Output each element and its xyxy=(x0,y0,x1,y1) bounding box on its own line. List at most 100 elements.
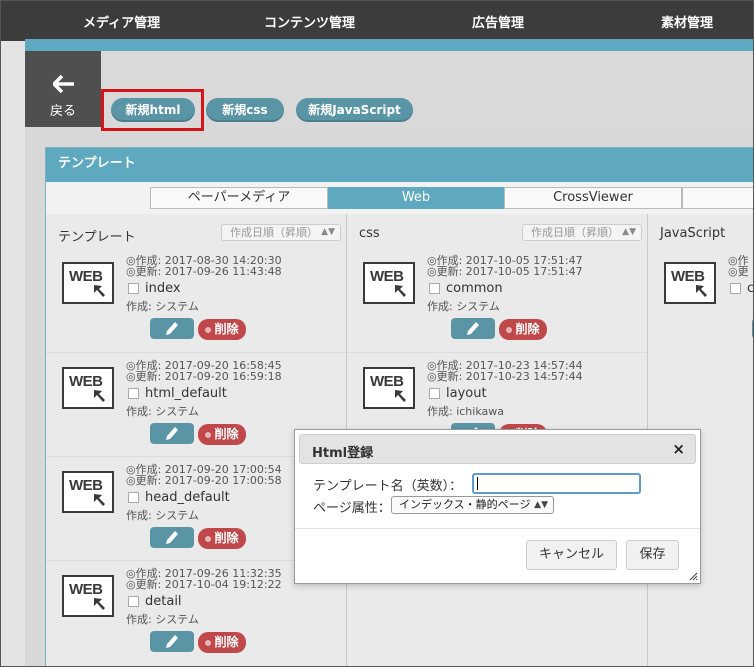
web-icon: WEB xyxy=(62,262,114,304)
cancel-button[interactable]: キャンセル xyxy=(526,540,617,570)
app-window: メディア管理 コンテンツ管理 広告管理 素材管理 戻る 新規html 新規css… xyxy=(0,0,754,667)
select-row: layout xyxy=(429,386,487,401)
template-name: common xyxy=(446,281,503,296)
pencil-icon xyxy=(467,322,479,335)
column-title: css xyxy=(359,226,380,241)
tab-paper-media[interactable]: ペーパーメディア xyxy=(150,187,328,209)
list-item[interactable]: WEB ◎作成: 2017-10-05 17:51:47 ◎更新: 2017-1… xyxy=(347,248,647,352)
web-icon: WEB xyxy=(62,471,114,513)
select-checkbox[interactable] xyxy=(730,283,741,294)
highlight-annotation xyxy=(101,89,204,131)
template-name: head_default xyxy=(145,490,230,505)
select-checkbox[interactable] xyxy=(429,283,440,294)
list-item[interactable]: WEB ◎作成: 2017-08-30 14:20:30 ◎更新: 2017-0… xyxy=(46,248,346,352)
tab-more[interactable] xyxy=(682,187,753,209)
arrow-left-icon xyxy=(53,75,74,93)
web-icon: WEB xyxy=(363,262,415,304)
column-title: JavaScript xyxy=(660,226,726,241)
select-row: index xyxy=(128,281,181,296)
divider xyxy=(295,528,700,529)
select-arrows-icon: ▲▼ xyxy=(321,227,335,237)
template-name: html_default xyxy=(145,386,227,401)
tab-web[interactable]: Web xyxy=(328,187,504,209)
pencil-icon xyxy=(166,635,178,648)
edit-button[interactable] xyxy=(451,318,495,339)
select-value: インデックス・静的ページ xyxy=(399,498,531,511)
delete-button[interactable]: 削除 xyxy=(198,528,246,549)
delete-button[interactable]: 削除 xyxy=(198,632,246,653)
template-name: layout xyxy=(446,386,487,401)
updated-date: ◎更新: 2017-09-20 16:59:18 xyxy=(126,370,282,383)
panel-title: テンプレート xyxy=(46,148,753,182)
creator-label: 作成: システム xyxy=(126,300,199,313)
page-attribute-select[interactable]: インデックス・静的ページ ▲▼ xyxy=(391,496,554,514)
new-css-button[interactable]: 新規css xyxy=(206,98,284,122)
delete-button[interactable]: 削除 xyxy=(198,319,246,340)
web-icon: WEB xyxy=(62,575,114,617)
pencil-icon xyxy=(166,427,178,440)
template-name-input[interactable] xyxy=(472,473,641,494)
select-checkbox[interactable] xyxy=(128,283,139,294)
template-name-label: テンプレート名（英数）： xyxy=(313,479,463,494)
text-caret xyxy=(477,477,478,490)
save-button[interactable]: 保存 xyxy=(626,540,679,570)
select-row: co xyxy=(730,281,754,296)
template-name: detail xyxy=(145,594,182,609)
template-name: index xyxy=(145,281,181,296)
resize-grip-icon[interactable] xyxy=(688,571,698,581)
nav-contents[interactable]: コンテンツ管理 xyxy=(264,1,355,41)
left-gutter xyxy=(1,41,25,666)
nav-ads[interactable]: 広告管理 xyxy=(472,1,524,41)
updated-date: ◎更新: 2017-09-20 17:00:58 xyxy=(126,474,282,487)
top-navigation: メディア管理 コンテンツ管理 広告管理 素材管理 xyxy=(1,1,753,41)
pencil-icon xyxy=(166,531,178,544)
creator-label: 作成: システム xyxy=(126,509,199,522)
dialog-header: Html登録 × xyxy=(299,434,696,464)
back-label: 戻る xyxy=(49,104,76,119)
creator-label: 作成: システム xyxy=(427,300,500,313)
updated-date: ◎更新: 2017-09-26 11:43:48 xyxy=(126,265,282,278)
creator-label: 作成: システム xyxy=(126,405,199,418)
template-name: co xyxy=(747,281,754,296)
web-icon: WEB xyxy=(363,367,415,409)
html-register-dialog: Html登録 × テンプレート名（英数）： ページ属性： インデックス・静的ペー… xyxy=(294,429,701,584)
delete-button[interactable]: 削除 xyxy=(499,319,547,340)
select-checkbox[interactable] xyxy=(128,388,139,399)
page-attribute-label: ページ属性： xyxy=(313,501,391,516)
edit-button[interactable] xyxy=(150,527,194,548)
updated-date: ◎更新: 2017-10-04 19:12:22 xyxy=(126,578,282,591)
sort-value: 作成日順（昇順） xyxy=(230,226,318,239)
delete-button[interactable]: 削除 xyxy=(198,424,246,445)
sort-select[interactable]: 作成日順（昇順） ▲▼ xyxy=(522,224,642,241)
edit-button[interactable] xyxy=(150,631,194,652)
select-checkbox[interactable] xyxy=(128,492,139,503)
select-checkbox[interactable] xyxy=(429,388,440,399)
select-row: detail xyxy=(128,594,182,609)
template-panel: テンプレート ペーパーメディア Web CrossViewer テンプレート 作… xyxy=(45,147,754,666)
select-row: common xyxy=(429,281,503,296)
select-arrows-icon: ▲▼ xyxy=(622,227,636,237)
tab-bar: ペーパーメディア Web CrossViewer xyxy=(150,187,753,209)
select-row: html_default xyxy=(128,386,227,401)
pencil-icon xyxy=(166,322,178,335)
column-title: テンプレート xyxy=(58,230,136,245)
select-checkbox[interactable] xyxy=(128,596,139,607)
creator-label: 作成: ichikawa xyxy=(427,405,504,418)
updated-date: ◎更 xyxy=(728,265,749,278)
close-icon[interactable]: × xyxy=(672,440,685,458)
nav-materials[interactable]: 素材管理 xyxy=(661,1,713,41)
select-arrows-icon: ▲▼ xyxy=(534,500,548,510)
edit-button[interactable] xyxy=(150,423,194,444)
new-javascript-button[interactable]: 新規JavaScript xyxy=(296,98,413,122)
back-button[interactable]: 戻る xyxy=(25,51,101,127)
sort-value: 作成日順（昇順） xyxy=(531,226,619,239)
updated-date: ◎更新: 2017-10-23 14:57:44 xyxy=(427,370,583,383)
select-row: head_default xyxy=(128,490,230,505)
sort-select[interactable]: 作成日順（昇順） ▲▼ xyxy=(221,224,341,241)
nav-media[interactable]: メディア管理 xyxy=(83,1,160,41)
list-item[interactable]: WEB ◎作 ◎更 co xyxy=(648,248,754,352)
edit-button[interactable] xyxy=(150,318,194,339)
web-icon: WEB xyxy=(62,367,114,409)
accent-strip xyxy=(25,39,753,51)
tab-crossviewer[interactable]: CrossViewer xyxy=(504,187,682,209)
